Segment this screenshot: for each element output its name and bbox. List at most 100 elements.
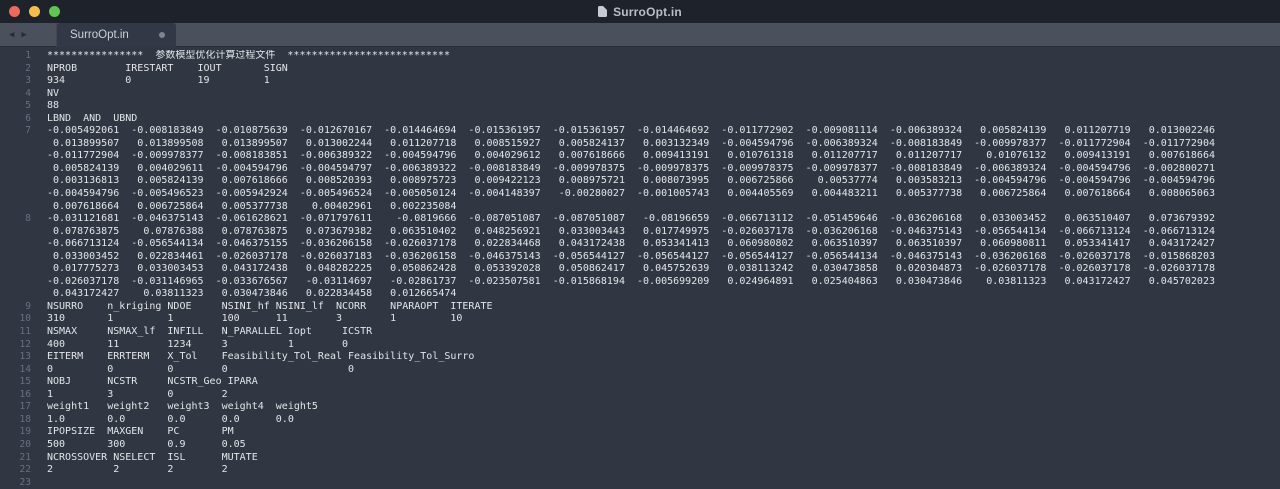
tab-nav-controls: ◀ ▶ bbox=[0, 23, 57, 47]
close-button[interactable] bbox=[9, 6, 20, 17]
tab-label: SurroOpt.in bbox=[70, 29, 129, 41]
line-number: 8 bbox=[0, 213, 31, 226]
code-line[interactable]: 0.033003452 0.022834461 -0.026037178 -0.… bbox=[0, 251, 1280, 264]
line-number: 12 bbox=[0, 339, 31, 352]
code-line[interactable]: 0.043172427 0.03811323 0.030473846 0.022… bbox=[0, 288, 1280, 301]
code-text: 0.003136813 0.005824139 0.007618666 0.00… bbox=[31, 175, 1215, 188]
code-text: 2 2 2 2 bbox=[31, 464, 228, 477]
code-line[interactable]: -0.026037178 -0.031146965 -0.033676567 -… bbox=[0, 276, 1280, 289]
code-line[interactable]: 19IPOPSIZE MAXGEN PC PM bbox=[0, 426, 1280, 439]
code-line[interactable]: 6LBND AND UBND bbox=[0, 113, 1280, 126]
code-text: 500 300 0.9 0.05 bbox=[31, 439, 246, 452]
code-text bbox=[31, 477, 47, 489]
code-line[interactable]: 0.005824139 0.004029611 -0.004594796 -0.… bbox=[0, 163, 1280, 176]
code-line[interactable]: 1**************** 参数模型优化计算过程文件 *********… bbox=[0, 50, 1280, 63]
code-text: 88 bbox=[31, 100, 59, 113]
line-number: 22 bbox=[0, 464, 31, 477]
code-line[interactable]: 0.013899507 0.013899508 0.013899507 0.01… bbox=[0, 138, 1280, 151]
titlebar-center: SurroOpt.in bbox=[0, 0, 1280, 23]
back-icon[interactable]: ◀ bbox=[9, 31, 14, 40]
code-line[interactable]: 0.007618664 0.006725864 0.005377738 0.00… bbox=[0, 201, 1280, 214]
code-text: 0 0 0 0 0 bbox=[31, 364, 354, 377]
code-line[interactable]: -0.011772904 -0.009978377 -0.008183851 -… bbox=[0, 150, 1280, 163]
code-text: NSMAX NSMAX_lf INFILL N_PARALLEL Iopt IC… bbox=[31, 326, 372, 339]
line-number: 4 bbox=[0, 88, 31, 101]
document-icon bbox=[598, 6, 607, 17]
line-number: 6 bbox=[0, 113, 31, 126]
line-number: 21 bbox=[0, 452, 31, 465]
code-text: 0.033003452 0.022834461 -0.026037178 -0.… bbox=[31, 251, 1215, 264]
code-line[interactable]: 140 0 0 0 0 bbox=[0, 364, 1280, 377]
line-number: 20 bbox=[0, 439, 31, 452]
code-line[interactable]: 161 3 0 2 bbox=[0, 389, 1280, 402]
code-line[interactable]: 181.0 0.0 0.0 0.0 0.0 bbox=[0, 414, 1280, 427]
code-text: -0.005492061 -0.008183849 -0.010875639 -… bbox=[31, 125, 1215, 138]
minimize-button[interactable] bbox=[29, 6, 40, 17]
line-number: 14 bbox=[0, 364, 31, 377]
line-number: 18 bbox=[0, 414, 31, 427]
code-text: NPROB IRESTART IOUT SIGN bbox=[31, 63, 288, 76]
line-number bbox=[0, 138, 31, 151]
code-line[interactable]: 21NCROSSOVER NSELECT ISL MUTATE bbox=[0, 452, 1280, 465]
code-line[interactable]: 0.017775273 0.033003453 0.043172438 0.04… bbox=[0, 263, 1280, 276]
code-line[interactable]: 23 bbox=[0, 477, 1280, 489]
code-text: 0.005824139 0.004029611 -0.004594796 -0.… bbox=[31, 163, 1215, 176]
line-number: 2 bbox=[0, 63, 31, 76]
code-line[interactable]: 7-0.005492061 -0.008183849 -0.010875639 … bbox=[0, 125, 1280, 138]
code-line[interactable]: -0.066713124 -0.056544134 -0.046375155 -… bbox=[0, 238, 1280, 251]
line-number bbox=[0, 226, 31, 239]
code-line[interactable]: 3934 0 19 1 bbox=[0, 75, 1280, 88]
code-line[interactable]: 2NPROB IRESTART IOUT SIGN bbox=[0, 63, 1280, 76]
code-line[interactable]: 13EITERM ERRTERM X_Tol Feasibility_Tol_R… bbox=[0, 351, 1280, 364]
line-number bbox=[0, 251, 31, 264]
line-number: 7 bbox=[0, 125, 31, 138]
line-number bbox=[0, 201, 31, 214]
code-line[interactable]: 12400 11 1234 3 1 0 bbox=[0, 339, 1280, 352]
code-text: 1.0 0.0 0.0 0.0 0.0 bbox=[31, 414, 294, 427]
code-line[interactable]: 4NV bbox=[0, 88, 1280, 101]
code-text: 0.078763875 0.07876388 0.078763875 0.073… bbox=[31, 226, 1215, 239]
code-line[interactable]: 8-0.031121681 -0.046375143 -0.061628621 … bbox=[0, 213, 1280, 226]
line-number: 3 bbox=[0, 75, 31, 88]
code-text: 0.013899507 0.013899508 0.013899507 0.01… bbox=[31, 138, 1215, 151]
line-number: 1 bbox=[0, 50, 31, 63]
code-text: 0.007618664 0.006725864 0.005377738 0.00… bbox=[31, 201, 456, 214]
line-number: 11 bbox=[0, 326, 31, 339]
line-number bbox=[0, 188, 31, 201]
line-number: 17 bbox=[0, 401, 31, 414]
code-text: 0.017775273 0.033003453 0.043172438 0.04… bbox=[31, 263, 1215, 276]
code-line[interactable]: 17weight1 weight2 weight3 weight4 weight… bbox=[0, 401, 1280, 414]
code-line[interactable]: 9NSURRO n_kriging NDOE NSINI_hf NSINI_lf… bbox=[0, 301, 1280, 314]
code-text: NOBJ NCSTR NCSTR_Geo IPARA bbox=[31, 376, 258, 389]
code-line[interactable]: 20500 300 0.9 0.05 bbox=[0, 439, 1280, 452]
code-line[interactable]: 10310 1 1 100 11 3 1 10 bbox=[0, 313, 1280, 326]
code-text: weight1 weight2 weight3 weight4 weight5 bbox=[31, 401, 318, 414]
code-editor[interactable]: 1**************** 参数模型优化计算过程文件 *********… bbox=[0, 47, 1280, 484]
code-text: NSURRO n_kriging NDOE NSINI_hf NSINI_lf … bbox=[31, 301, 493, 314]
line-number bbox=[0, 288, 31, 301]
code-line[interactable]: 222 2 2 2 bbox=[0, 464, 1280, 477]
line-number: 19 bbox=[0, 426, 31, 439]
code-text: -0.004594796 -0.005496523 -0.005942924 -… bbox=[31, 188, 1215, 201]
line-number: 23 bbox=[0, 477, 31, 489]
code-text: 400 11 1234 3 1 0 bbox=[31, 339, 348, 352]
window-title: SurroOpt.in bbox=[613, 5, 682, 19]
tab-surroopt[interactable]: SurroOpt.in bbox=[57, 23, 176, 47]
code-text: **************** 参数模型优化计算过程文件 **********… bbox=[31, 50, 450, 63]
code-line[interactable]: 588 bbox=[0, 100, 1280, 113]
code-line[interactable]: 0.003136813 0.005824139 0.007618666 0.00… bbox=[0, 175, 1280, 188]
code-line[interactable]: 11NSMAX NSMAX_lf INFILL N_PARALLEL Iopt … bbox=[0, 326, 1280, 339]
code-line[interactable]: 15NOBJ NCSTR NCSTR_Geo IPARA bbox=[0, 376, 1280, 389]
line-number: 5 bbox=[0, 100, 31, 113]
maximize-button[interactable] bbox=[49, 6, 60, 17]
line-number bbox=[0, 263, 31, 276]
line-number bbox=[0, 276, 31, 289]
code-text: -0.066713124 -0.056544134 -0.046375155 -… bbox=[31, 238, 1215, 251]
code-text: 1 3 0 2 bbox=[31, 389, 228, 402]
forward-icon[interactable]: ▶ bbox=[21, 31, 26, 40]
code-text: -0.026037178 -0.031146965 -0.033676567 -… bbox=[31, 276, 1215, 289]
code-line[interactable]: 0.078763875 0.07876388 0.078763875 0.073… bbox=[0, 226, 1280, 239]
code-line[interactable]: -0.004594796 -0.005496523 -0.005942924 -… bbox=[0, 188, 1280, 201]
code-text: -0.011772904 -0.009978377 -0.008183851 -… bbox=[31, 150, 1215, 163]
code-text: NCROSSOVER NSELECT ISL MUTATE bbox=[31, 452, 258, 465]
